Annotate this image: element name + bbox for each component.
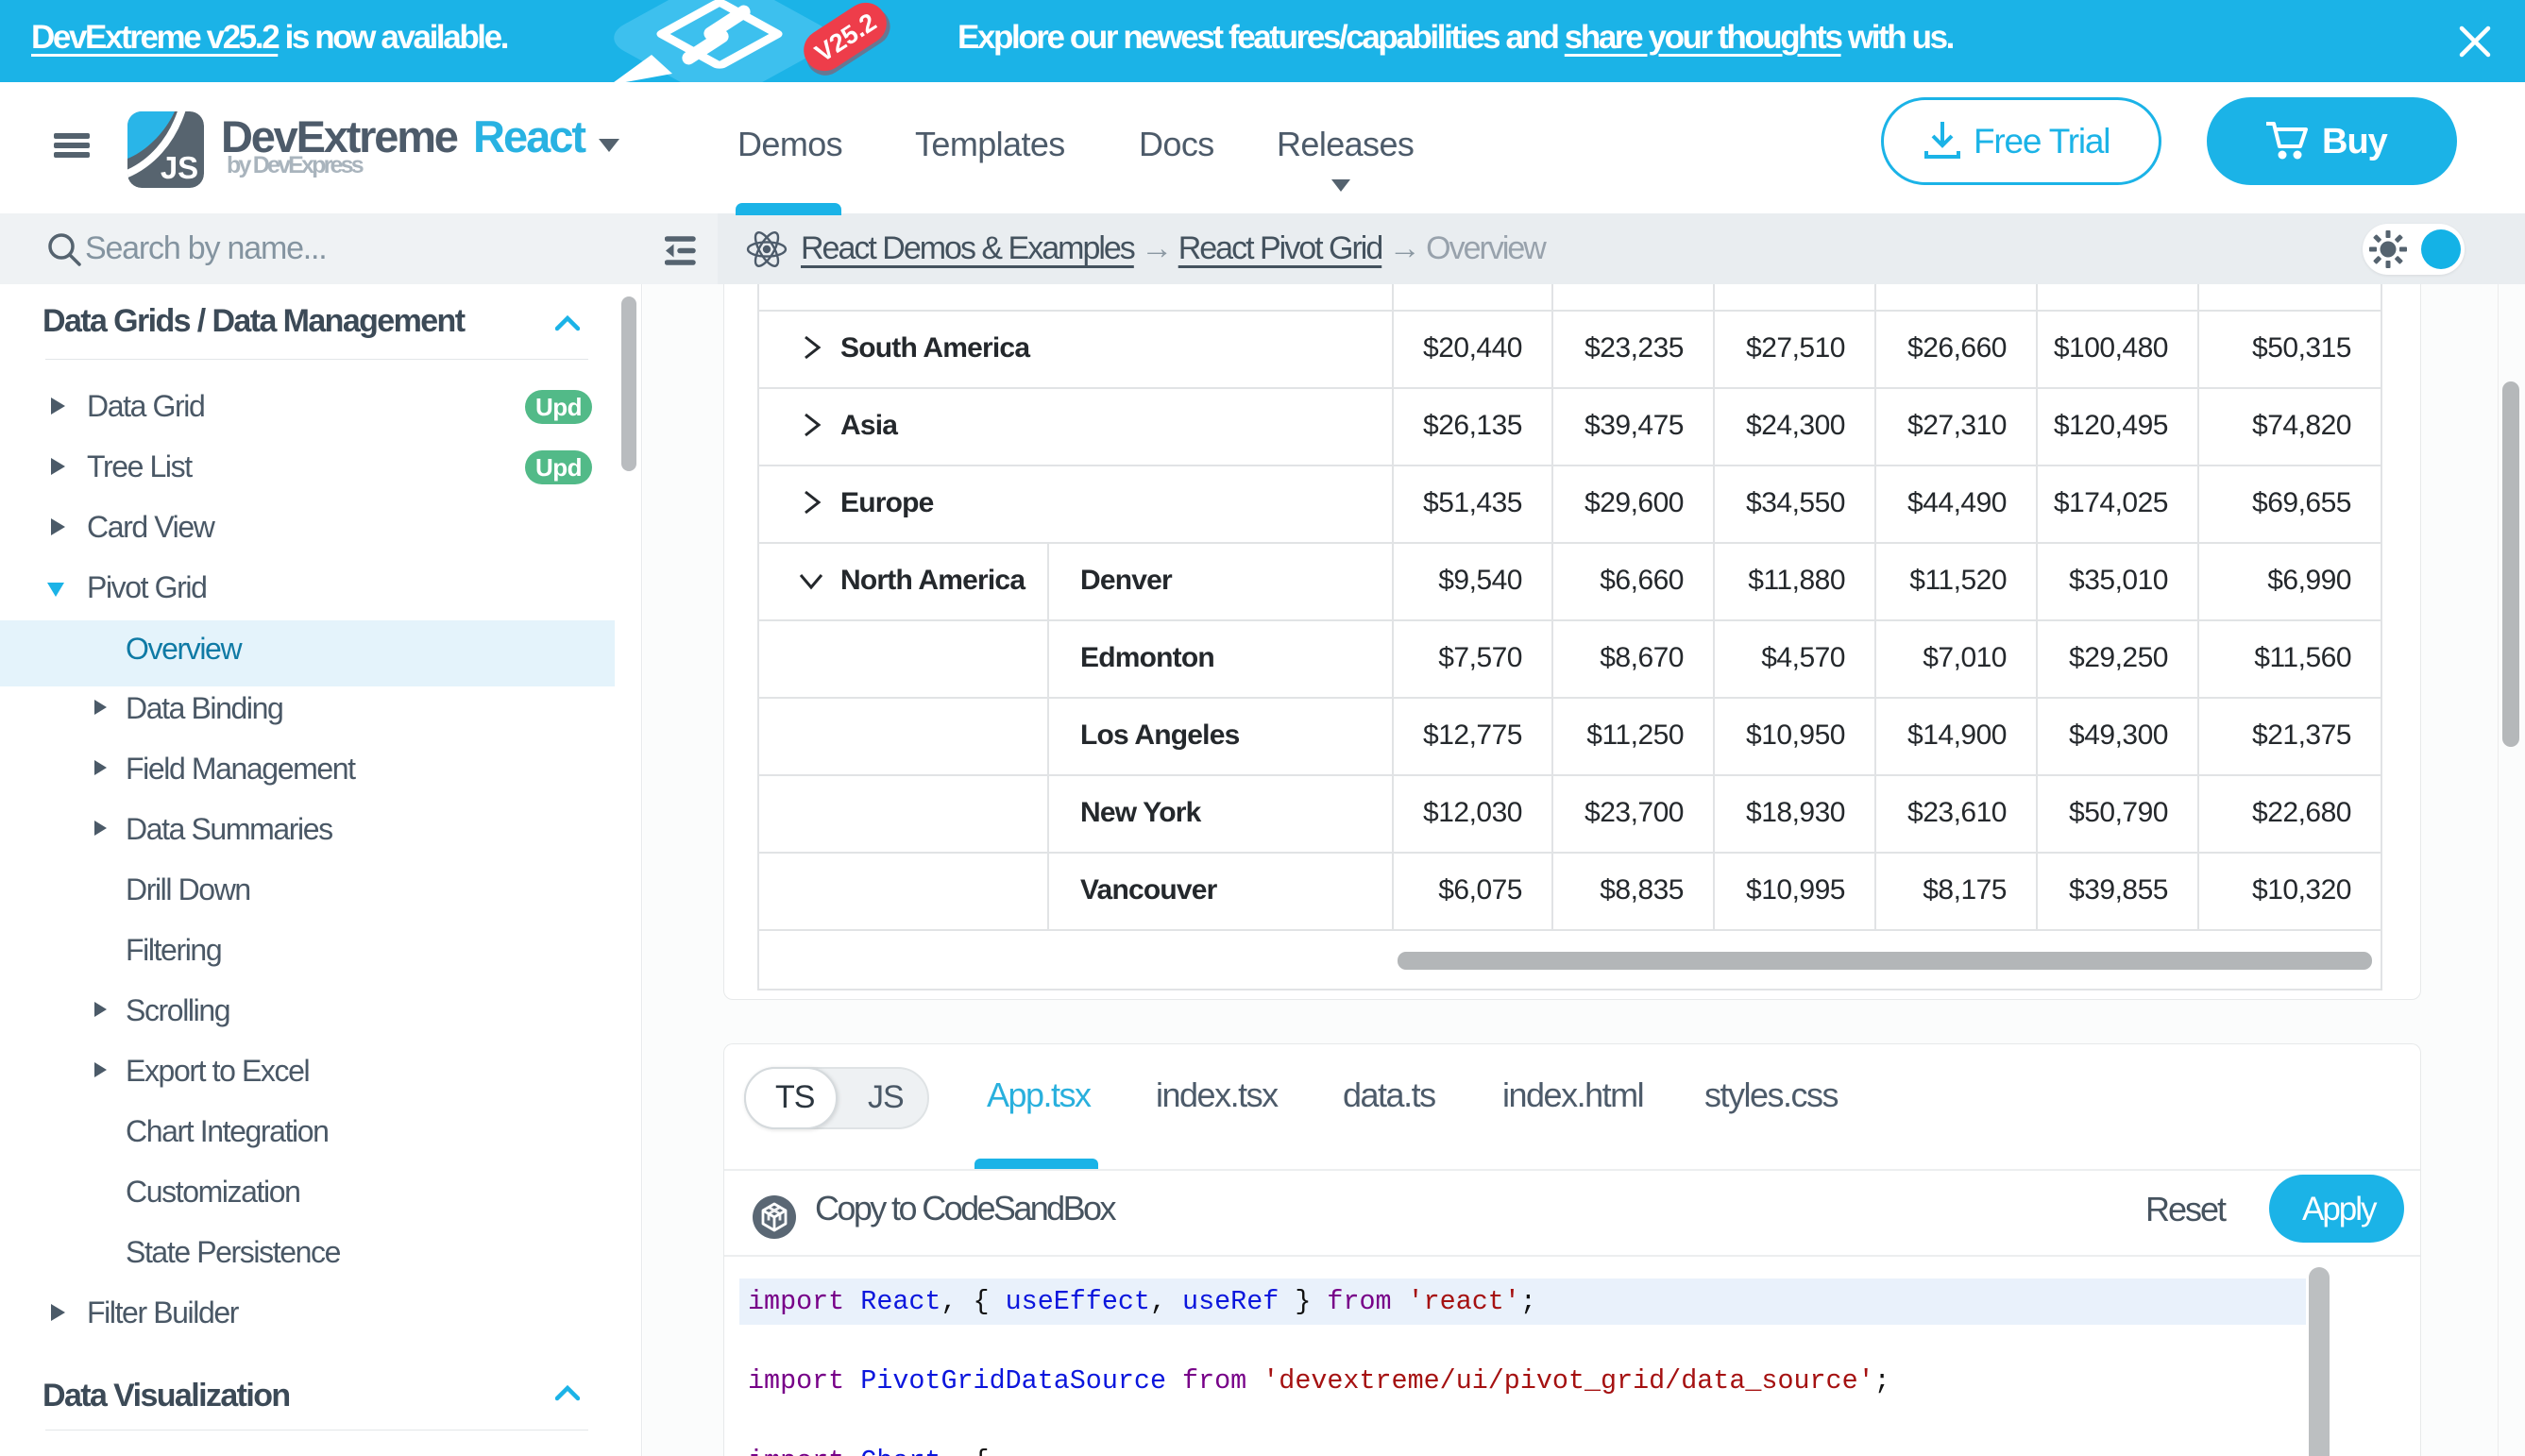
svg-text:JS: JS (161, 150, 198, 185)
